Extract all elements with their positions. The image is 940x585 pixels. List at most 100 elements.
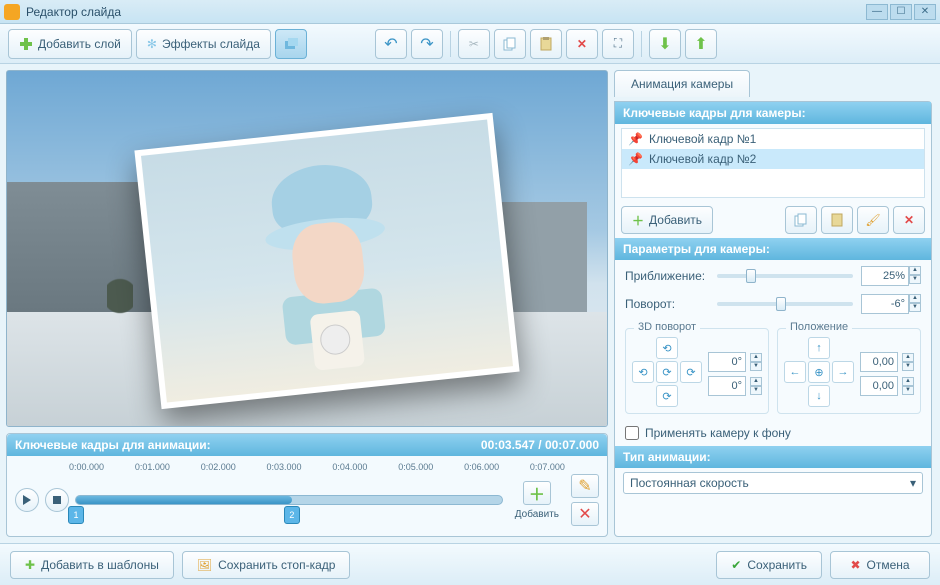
rotation-slider[interactable] xyxy=(717,302,853,306)
timeline-add-keyframe-button[interactable]: ＋ xyxy=(523,481,551,505)
rot3d-left-button[interactable]: ⟲ xyxy=(632,361,654,383)
rot3d-x-value[interactable]: 0° xyxy=(708,352,746,372)
timeline-track[interactable]: 1 2 xyxy=(75,495,503,505)
add-to-templates-label: Добавить в шаблоны xyxy=(41,558,159,572)
rot3d-reset-button[interactable]: ⟳ xyxy=(656,361,678,383)
undo-button[interactable]: ↶ xyxy=(375,29,407,59)
layers-icon xyxy=(283,36,299,52)
pos-y-value[interactable]: 0,00 xyxy=(860,376,898,396)
rotation-spin-down[interactable]: ▼ xyxy=(909,303,921,312)
save-stopframe-button[interactable]: 🖼 Сохранить стоп-кадр xyxy=(182,551,351,579)
rot3d-y-up[interactable]: ▲ xyxy=(750,377,762,386)
pos-right-button[interactable]: → xyxy=(832,361,854,383)
pos-x-up[interactable]: ▲ xyxy=(902,353,914,362)
cut-button[interactable]: ✂ xyxy=(458,29,490,59)
rot3d-y-value[interactable]: 0° xyxy=(708,376,746,396)
position-group: Положение ↑ ← ⊕ → ↓ xyxy=(777,328,921,414)
timeline-ruler: 0:00.0000:01.0000:02.0000:03.0000:04.000… xyxy=(69,462,565,472)
timeline-edit-keyframe-button[interactable]: ✎ xyxy=(571,474,599,498)
slide-effects-label: Эффекты слайда xyxy=(162,37,260,51)
add-layer-button[interactable]: Добавить слой xyxy=(8,29,132,59)
keyframe-clear-button[interactable]: 🖌 xyxy=(857,206,889,234)
timeline-heading-label: Ключевые кадры для анимации: xyxy=(15,438,211,452)
delete-icon: ✕ xyxy=(577,37,587,51)
pos-center-button[interactable]: ⊕ xyxy=(808,361,830,383)
keyframe-paste-button[interactable] xyxy=(821,206,853,234)
rotation-spin-up[interactable]: ▲ xyxy=(909,294,921,303)
camera-panel: Ключевые кадры для камеры: 📌 Ключевой ка… xyxy=(614,101,932,537)
delete-icon: ✕ xyxy=(904,213,914,227)
timeline-delete-keyframe-button[interactable]: ✕ xyxy=(571,502,599,526)
cancel-button[interactable]: ✖ Отмена xyxy=(830,551,930,579)
preview-photo-layer[interactable] xyxy=(134,113,519,409)
zoom-spin-down[interactable]: ▼ xyxy=(909,275,921,284)
keyframes-heading: Ключевые кадры для камеры: xyxy=(615,102,931,124)
rot3d-up-button[interactable]: ⟲ xyxy=(656,337,678,359)
copy-icon xyxy=(503,37,517,51)
pos-down-button[interactable]: ↓ xyxy=(808,385,830,407)
save-label: Сохранить xyxy=(747,558,807,572)
paste-icon xyxy=(830,213,844,227)
rot3d-y-down[interactable]: ▼ xyxy=(750,386,762,395)
play-icon xyxy=(22,495,32,505)
pos-left-button[interactable]: ← xyxy=(784,361,806,383)
slide-preview[interactable] xyxy=(6,70,608,427)
redo-icon: ↷ xyxy=(420,34,433,54)
apply-camera-bg-label: Применять камеру к фону xyxy=(645,426,791,440)
plus-icon: ＋ xyxy=(632,212,644,229)
add-to-templates-button[interactable]: ✚ Добавить в шаблоны xyxy=(10,551,174,579)
keyframe-item[interactable]: 📌 Ключевой кадр №1 xyxy=(622,129,924,149)
slide-effects-button[interactable]: ✻ Эффекты слайда xyxy=(136,29,271,59)
minimize-button[interactable]: — xyxy=(866,4,888,20)
keyframe-marker-1[interactable]: 1 xyxy=(68,506,84,524)
redo-button[interactable]: ↷ xyxy=(411,29,443,59)
delete-button[interactable]: ✕ xyxy=(566,29,598,59)
keyframe-add-button[interactable]: ＋ Добавить xyxy=(621,206,713,234)
layer-up-button[interactable]: ⬆ xyxy=(685,29,717,59)
maximize-button[interactable]: ☐ xyxy=(890,4,912,20)
rot3d-x-up[interactable]: ▲ xyxy=(750,353,762,362)
tab-camera-animation[interactable]: Анимация камеры xyxy=(614,70,750,97)
rot3d-group: 3D поворот ⟲ ⟲ ⟳ ⟳ ⟳ xyxy=(625,328,769,414)
pos-x-down[interactable]: ▼ xyxy=(902,362,914,371)
close-button[interactable]: ✕ xyxy=(914,4,936,20)
stop-icon xyxy=(53,496,61,504)
keyframe-marker-2[interactable]: 2 xyxy=(284,506,300,524)
rot3d-down-button[interactable]: ⟳ xyxy=(656,385,678,407)
pos-up-button[interactable]: ↑ xyxy=(808,337,830,359)
apply-camera-bg-checkbox[interactable] xyxy=(625,426,639,440)
slide-styles-button[interactable] xyxy=(275,29,307,59)
footer: ✚ Добавить в шаблоны 🖼 Сохранить стоп-ка… xyxy=(0,543,940,585)
zoom-value[interactable]: 25% xyxy=(861,266,909,286)
pos-y-down[interactable]: ▼ xyxy=(902,386,914,395)
anim-type-select[interactable]: Постоянная скорость ▾ xyxy=(623,472,923,494)
rotation-value[interactable]: -6° xyxy=(861,294,909,314)
keyframe-delete-button[interactable]: ✕ xyxy=(893,206,925,234)
pos-y-up[interactable]: ▲ xyxy=(902,377,914,386)
pos-x-value[interactable]: 0,00 xyxy=(860,352,898,372)
stop-button[interactable] xyxy=(45,488,69,512)
titlebar: Редактор слайда — ☐ ✕ xyxy=(0,0,940,24)
sparkle-icon: ✻ xyxy=(147,37,157,51)
copy-button[interactable] xyxy=(494,29,526,59)
play-button[interactable] xyxy=(15,488,39,512)
timeline-panel: Ключевые кадры для анимации: 00:03.547 /… xyxy=(6,433,608,537)
keyframe-copy-button[interactable] xyxy=(785,206,817,234)
rot3d-right-button[interactable]: ⟳ xyxy=(680,361,702,383)
camera-params-heading: Параметры для камеры: xyxy=(615,238,931,260)
zoom-label: Приближение: xyxy=(625,269,709,283)
cancel-icon: ✖ xyxy=(850,558,860,572)
paste-button[interactable] xyxy=(530,29,562,59)
timeline-progress xyxy=(76,496,292,504)
fit-button[interactable]: ⛶ xyxy=(602,29,634,59)
keyframe-item[interactable]: 📌 Ключевой кадр №2 xyxy=(622,149,924,169)
keyframe-label: Ключевой кадр №2 xyxy=(649,152,756,166)
zoom-slider[interactable] xyxy=(717,274,853,278)
save-button[interactable]: ✔ Сохранить xyxy=(716,551,822,579)
zoom-spin-up[interactable]: ▲ xyxy=(909,266,921,275)
delete-icon: ✕ xyxy=(578,504,591,524)
keyframe-add-label: Добавить xyxy=(649,213,702,227)
rot3d-x-down[interactable]: ▼ xyxy=(750,362,762,371)
layer-down-button[interactable]: ⬇ xyxy=(649,29,681,59)
keyframe-list[interactable]: 📌 Ключевой кадр №1 📌 Ключевой кадр №2 xyxy=(621,128,925,198)
